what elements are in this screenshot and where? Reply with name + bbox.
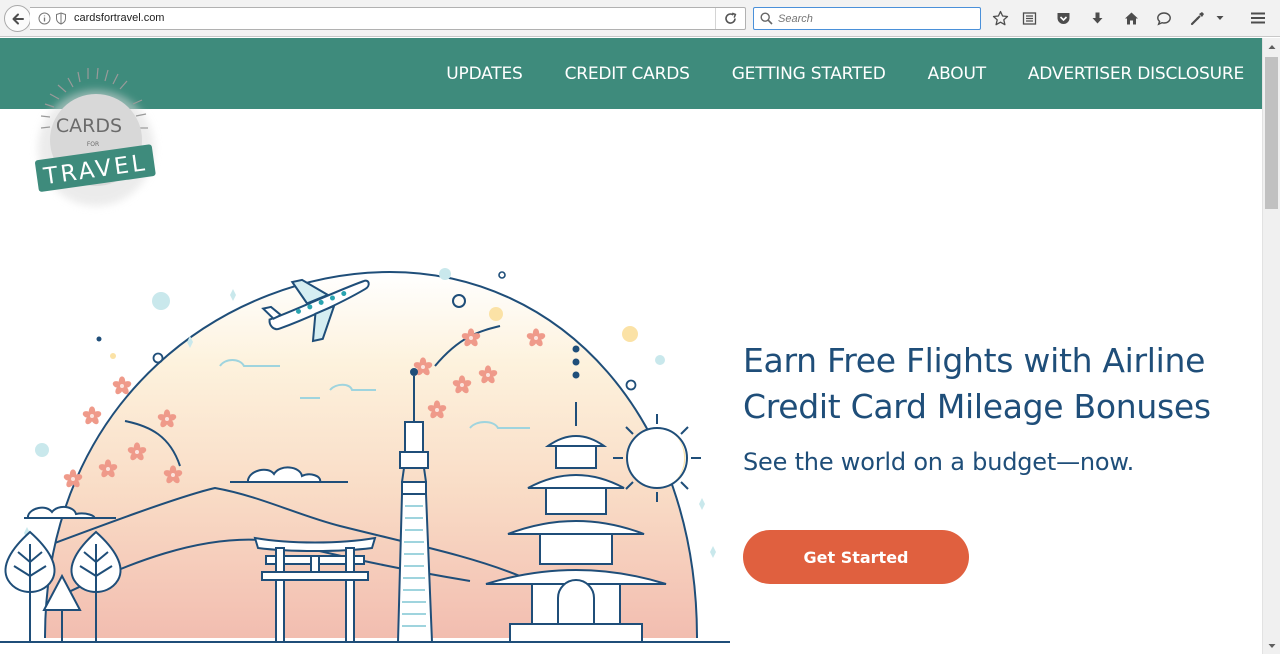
tools-icon	[1190, 12, 1204, 26]
search-icon	[760, 12, 773, 25]
nav-link-updates[interactable]: UPDATES	[446, 64, 523, 84]
menu-icon	[1251, 12, 1265, 24]
info-icon[interactable]	[38, 12, 51, 25]
nav-link-getting-started[interactable]: GETTING STARTED	[732, 64, 886, 84]
browser-toolbar: cardsfortravel.com	[0, 0, 1280, 37]
menu-button[interactable]	[1249, 9, 1267, 27]
logo-text-cards: CARDS	[56, 115, 122, 137]
hero-headline-line-1: Earn Free Flights with Airline	[743, 341, 1206, 380]
get-started-button[interactable]: Get Started	[743, 530, 969, 584]
download-icon	[1092, 12, 1102, 23]
star-icon	[992, 10, 1008, 25]
web-page: UPDATES CREDIT CARDS GETTING STARTED ABO…	[0, 38, 1262, 654]
hero-text-block: Earn Free Flights with Airline Credit Ca…	[743, 338, 1262, 476]
reload-icon	[725, 12, 737, 24]
back-button[interactable]	[4, 5, 31, 32]
reading-list-icon	[1022, 11, 1036, 25]
nav-link-about[interactable]: ABOUT	[928, 64, 986, 84]
hero-illustration	[0, 268, 730, 643]
reload-button[interactable]	[715, 8, 745, 29]
chat-button[interactable]	[1155, 9, 1173, 27]
home-button[interactable]	[1122, 9, 1140, 27]
search-bar[interactable]	[753, 7, 981, 30]
nav-link-advertiser-disclosure[interactable]: ADVERTISER DISCLOSURE	[1028, 64, 1244, 84]
scroll-thumb[interactable]	[1265, 57, 1278, 209]
back-arrow-icon	[12, 13, 24, 24]
search-input[interactable]	[778, 11, 974, 26]
logo-text-for: FOR	[87, 141, 99, 148]
scroll-down-arrow-icon	[1268, 643, 1275, 648]
bookmark-button[interactable]	[991, 9, 1009, 27]
chat-icon	[1157, 11, 1171, 25]
site-logo[interactable]: CARDS FOR TRAVEL	[18, 66, 168, 216]
address-bar[interactable]: cardsfortravel.com	[30, 7, 746, 30]
home-icon	[1124, 12, 1138, 24]
shield-icon[interactable]	[55, 12, 67, 25]
pocket-button[interactable]	[1054, 9, 1072, 27]
site-header: UPDATES CREDIT CARDS GETTING STARTED ABO…	[0, 38, 1262, 109]
page-scrollbar[interactable]	[1262, 38, 1280, 654]
sun	[613, 414, 701, 502]
nav-link-credit-cards[interactable]: CREDIT CARDS	[565, 64, 690, 84]
hero-subtitle: See the world on a budget—now.	[743, 448, 1135, 476]
pocket-icon	[1057, 12, 1069, 24]
dropdown-icon	[1216, 16, 1224, 20]
tools-dropdown-button[interactable]	[1214, 9, 1226, 27]
scroll-up-arrow-icon	[1268, 44, 1275, 49]
hero-headline: Earn Free Flights with Airline Credit Ca…	[743, 338, 1262, 430]
main-navigation: UPDATES CREDIT CARDS GETTING STARTED ABO…	[446, 38, 1244, 109]
downloads-button[interactable]	[1088, 9, 1106, 27]
developer-tools-button[interactable]	[1189, 9, 1207, 27]
scroll-up-button[interactable]	[1263, 38, 1280, 55]
reading-list-button[interactable]	[1020, 9, 1038, 27]
hero-headline-line-2: Credit Card Mileage Bonuses	[743, 387, 1211, 426]
url-text[interactable]: cardsfortravel.com	[74, 12, 164, 24]
scroll-down-button[interactable]	[1263, 637, 1280, 654]
